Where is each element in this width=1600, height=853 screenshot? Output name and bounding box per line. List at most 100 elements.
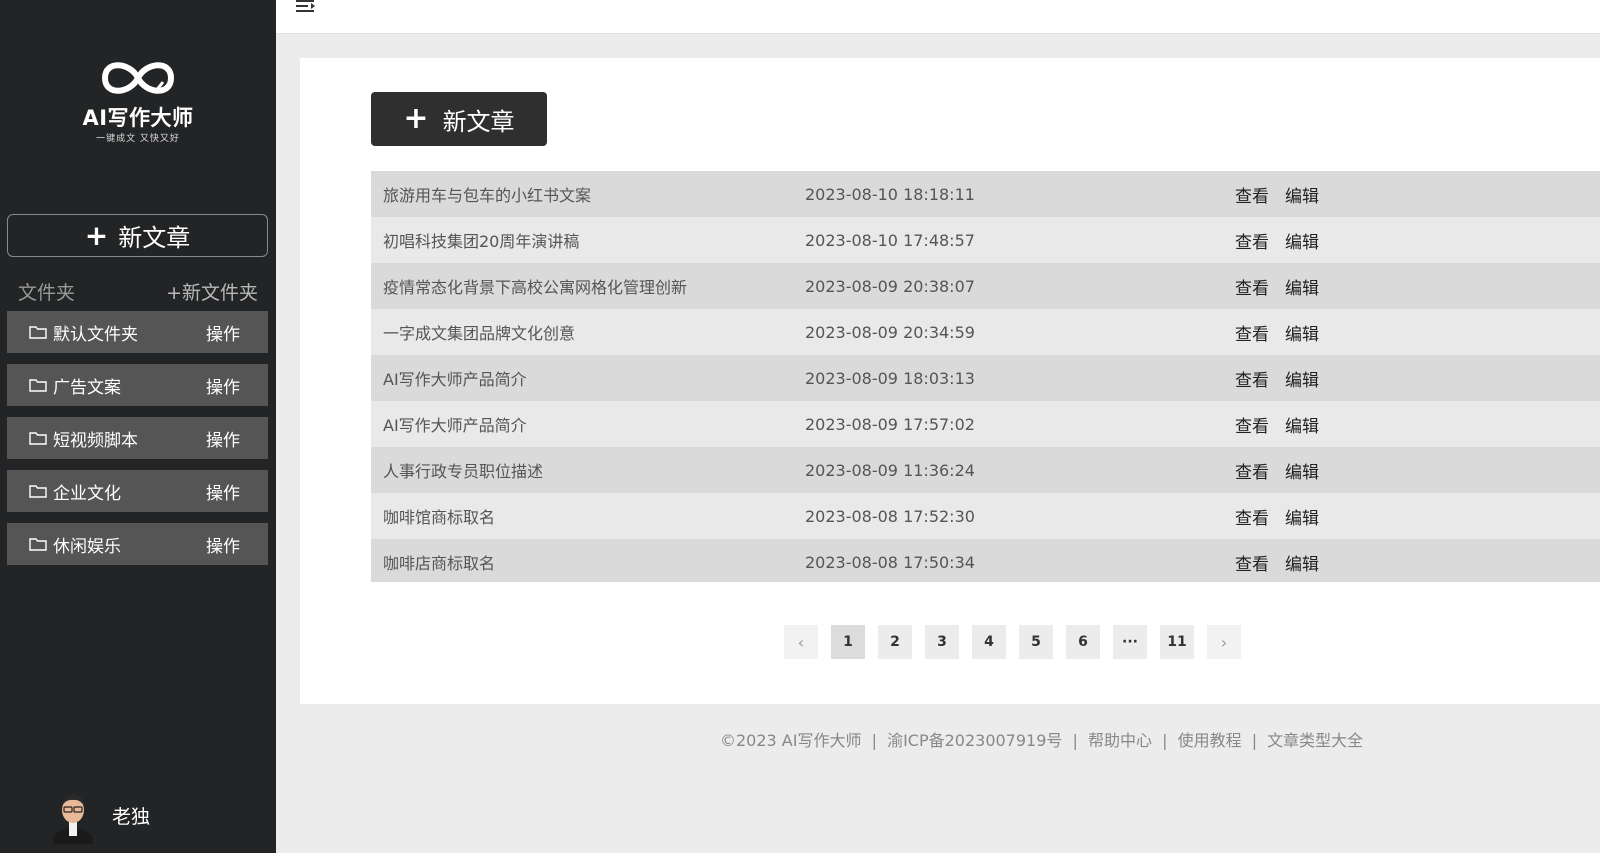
footer-copyright: ©2023 AI写作大师 (720, 731, 862, 750)
article-time: 2023-08-09 20:38:07 (805, 276, 975, 296)
article-title[interactable]: AI写作大师产品简介 (383, 366, 527, 390)
folder-icon (29, 379, 47, 392)
folder-title: 文件夹 (18, 281, 76, 304)
edit-button[interactable]: 编辑 (1285, 228, 1319, 253)
table-row: 人事行政专员职位描述 2023-08-09 11:36:24 查看 编辑 (371, 447, 1600, 493)
logo-subtitle: 一键成文 又快又好 (96, 134, 180, 144)
table-row: 一字成文集团品牌文化创意 2023-08-09 20:34:59 查看 编辑 (371, 309, 1600, 355)
table-row: AI写作大师产品简介 2023-08-09 18:03:13 查看 编辑 (371, 355, 1600, 401)
footer-separator: | (1162, 731, 1168, 750)
menu-toggle-icon[interactable] (296, 0, 318, 12)
footer-help-link[interactable]: 帮助中心 (1088, 731, 1152, 750)
folder-item[interactable]: 短视频脚本 操作 (7, 417, 268, 459)
folder-icon (29, 432, 47, 445)
view-button[interactable]: 查看 (1235, 182, 1269, 207)
folder-icon (29, 326, 47, 339)
article-list: 旅游用车与包车的小红书文案 2023-08-10 18:18:11 查看 编辑 初… (371, 171, 1600, 582)
folder-item[interactable]: 企业文化 操作 (7, 470, 268, 512)
add-folder-link[interactable]: +新文件夹 (166, 278, 258, 305)
page-button-4[interactable]: 4 (972, 625, 1006, 659)
logo[interactable]: AI写作大师 一键成文 又快又好 (70, 52, 206, 144)
plus-icon: + (84, 218, 109, 252)
edit-button[interactable]: 编辑 (1285, 550, 1319, 575)
article-time: 2023-08-09 18:03:13 (805, 368, 975, 388)
folder-icon (29, 538, 47, 551)
article-time: 2023-08-10 18:18:11 (805, 184, 975, 204)
avatar (50, 786, 96, 844)
table-row: 咖啡店商标取名 2023-08-08 17:50:34 查看 编辑 (371, 539, 1600, 582)
page-button-11[interactable]: 11 (1160, 625, 1194, 659)
article-time: 2023-08-08 17:50:34 (805, 552, 975, 572)
folder-icon (29, 485, 47, 498)
prev-page-button[interactable]: ‹ (784, 625, 818, 659)
user-profile[interactable]: 老独 (50, 786, 150, 844)
top-bar (276, 0, 1600, 34)
page-button-1[interactable]: 1 (831, 625, 865, 659)
pagination: ‹ 1 2 3 4 5 6 ··· 11 › (784, 625, 1254, 659)
edit-button[interactable]: 编辑 (1285, 320, 1319, 345)
footer-article-types-link[interactable]: 文章类型大全 (1267, 731, 1363, 750)
page-ellipsis[interactable]: ··· (1113, 625, 1147, 659)
folder-name: 企业文化 (53, 483, 121, 504)
view-button[interactable]: 查看 (1235, 274, 1269, 299)
footer-separator: | (1072, 731, 1078, 750)
folder-item[interactable]: 默认文件夹 操作 (7, 311, 268, 353)
article-title[interactable]: 咖啡店商标取名 (383, 550, 495, 574)
view-button[interactable]: 查看 (1235, 320, 1269, 345)
footer-separator: | (871, 731, 877, 750)
folder-op-button[interactable]: 操作 (206, 479, 240, 504)
page-button-5[interactable]: 5 (1019, 625, 1053, 659)
table-row: AI写作大师产品简介 2023-08-09 17:57:02 查看 编辑 (371, 401, 1600, 447)
article-title[interactable]: 旅游用车与包车的小红书文案 (383, 182, 591, 206)
edit-button[interactable]: 编辑 (1285, 412, 1319, 437)
infinity-logo-icon (101, 62, 175, 94)
table-row: 疫情常态化背景下高校公寓网格化管理创新 2023-08-09 20:38:07 … (371, 263, 1600, 309)
article-title[interactable]: AI写作大师产品简介 (383, 412, 527, 436)
edit-button[interactable]: 编辑 (1285, 366, 1319, 391)
folder-item[interactable]: 广告文案 操作 (7, 364, 268, 406)
plus-icon: + (403, 101, 429, 136)
new-article-button[interactable]: + 新文章 (371, 92, 547, 146)
page-button-3[interactable]: 3 (925, 625, 959, 659)
page-button-2[interactable]: 2 (878, 625, 912, 659)
footer-icp-link[interactable]: 渝ICP备2023007919号 (887, 731, 1062, 750)
table-row: 咖啡馆商标取名 2023-08-08 17:52:30 查看 编辑 (371, 493, 1600, 539)
folder-name: 休闲娱乐 (53, 536, 121, 557)
edit-button[interactable]: 编辑 (1285, 458, 1319, 483)
folder-op-button[interactable]: 操作 (206, 426, 240, 451)
user-name: 老独 (112, 805, 151, 828)
view-button[interactable]: 查看 (1235, 550, 1269, 575)
article-title[interactable]: 疫情常态化背景下高校公寓网格化管理创新 (383, 274, 687, 298)
folder-op-button[interactable]: 操作 (206, 532, 240, 557)
view-button[interactable]: 查看 (1235, 366, 1269, 391)
footer-separator: | (1251, 731, 1258, 750)
view-button[interactable]: 查看 (1235, 228, 1269, 253)
logo-title: AI写作大师 (82, 106, 194, 130)
article-time: 2023-08-08 17:52:30 (805, 506, 975, 526)
article-title[interactable]: 咖啡馆商标取名 (383, 504, 495, 528)
article-panel: + 新文章 旅游用车与包车的小红书文案 2023-08-10 18:18:11 … (300, 58, 1600, 704)
edit-button[interactable]: 编辑 (1285, 504, 1319, 529)
folder-op-button[interactable]: 操作 (206, 373, 240, 398)
view-button[interactable]: 查看 (1235, 504, 1269, 529)
table-row: 旅游用车与包车的小红书文案 2023-08-10 18:18:11 查看 编辑 (371, 171, 1600, 217)
page-button-6[interactable]: 6 (1066, 625, 1100, 659)
table-row: 初唱科技集团20周年演讲稿 2023-08-10 17:48:57 查看 编辑 (371, 217, 1600, 263)
footer-tutorial-link[interactable]: 使用教程 (1178, 731, 1242, 750)
sidebar: AI写作大师 一键成文 又快又好 + 新文章 文件夹 +新文件夹 默认文件夹 操… (0, 0, 276, 853)
folder-name: 默认文件夹 (53, 324, 138, 345)
new-article-label: 新文章 (442, 107, 515, 136)
edit-button[interactable]: 编辑 (1285, 274, 1319, 299)
folder-item[interactable]: 休闲娱乐 操作 (7, 523, 268, 565)
sidebar-new-article-button[interactable]: + 新文章 (7, 214, 268, 257)
next-page-button[interactable]: › (1207, 625, 1241, 659)
view-button[interactable]: 查看 (1235, 458, 1269, 483)
edit-button[interactable]: 编辑 (1285, 182, 1319, 207)
article-title[interactable]: 初唱科技集团20周年演讲稿 (383, 228, 579, 252)
folder-op-button[interactable]: 操作 (206, 320, 240, 345)
view-button[interactable]: 查看 (1235, 412, 1269, 437)
article-time: 2023-08-10 17:48:57 (805, 230, 975, 250)
article-title[interactable]: 一字成文集团品牌文化创意 (383, 320, 575, 344)
article-title[interactable]: 人事行政专员职位描述 (383, 458, 543, 482)
footer: ©2023 AI写作大师 | 渝ICP备2023007919号 | 帮助中心 |… (720, 727, 1363, 751)
